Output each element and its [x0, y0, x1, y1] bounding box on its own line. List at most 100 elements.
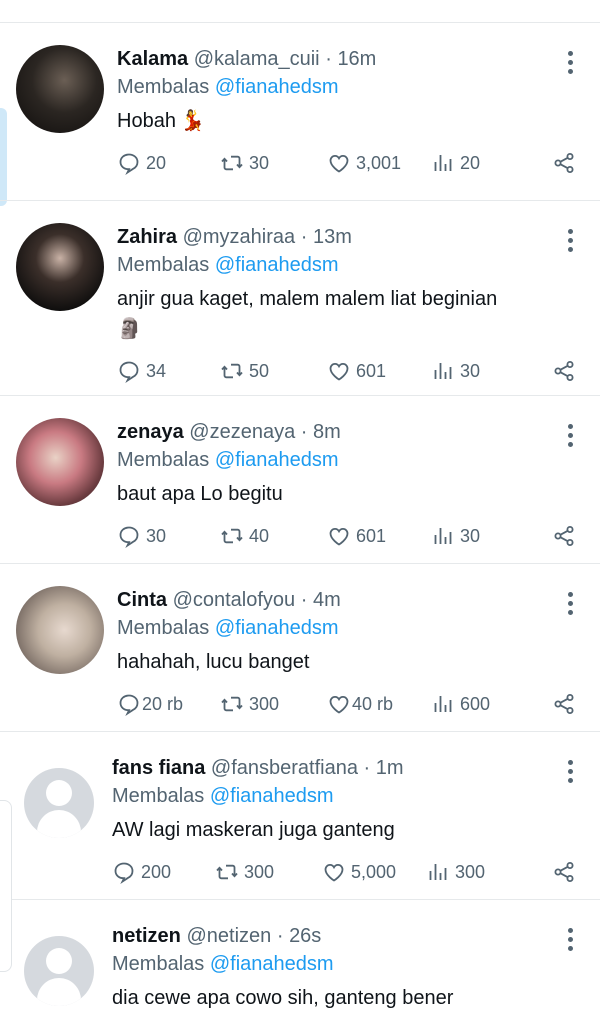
- reply-icon: [119, 153, 139, 175]
- default-avatar[interactable]: [24, 936, 94, 1006]
- author-name[interactable]: Kalama: [117, 48, 188, 70]
- reply-mention-link[interactable]: @fianahedsm: [215, 254, 339, 276]
- reply-tweet[interactable]: zenaya @zezenaya · 8m Membalas @fianahed…: [0, 396, 600, 564]
- moai-emoji: 🗿: [117, 318, 142, 340]
- more-options-button[interactable]: [566, 760, 574, 783]
- reply-count: 30: [146, 525, 167, 546]
- views-count: 300: [455, 861, 486, 882]
- more-options-button[interactable]: [566, 424, 574, 447]
- views-button[interactable]: 30: [431, 524, 533, 548]
- avatar[interactable]: [16, 586, 104, 674]
- views-button[interactable]: 20: [431, 151, 533, 175]
- heart-icon: [329, 154, 349, 173]
- like-count: 601: [356, 525, 387, 546]
- author-name[interactable]: netizen: [112, 925, 181, 947]
- author-handle[interactable]: @contalofyou: [173, 589, 296, 611]
- reply-count: 20: [146, 152, 167, 173]
- author-name[interactable]: fans fiana: [112, 757, 205, 779]
- reply-context: Membalas @fianahedsm: [112, 782, 576, 810]
- reply-icon: [119, 526, 139, 548]
- reply-tweet[interactable]: netizen @netizen · 26s Membalas @fianahe…: [0, 900, 600, 1030]
- share-icon: [554, 526, 574, 546]
- more-options-button[interactable]: [566, 51, 574, 74]
- like-button[interactable]: 40 rb: [327, 692, 431, 716]
- author-handle[interactable]: @fansberatfiana: [211, 757, 358, 779]
- bar-chart-icon: [434, 363, 452, 379]
- bar-chart-icon: [434, 528, 452, 544]
- more-options-button[interactable]: [566, 928, 574, 951]
- like-count: 601: [356, 360, 387, 381]
- heart-icon: [324, 863, 344, 882]
- share-button[interactable]: [552, 860, 576, 884]
- share-icon: [554, 862, 574, 882]
- author-name[interactable]: Cinta: [117, 589, 167, 611]
- share-button[interactable]: [552, 524, 576, 548]
- separator-dot: ·: [363, 757, 371, 779]
- avatar[interactable]: [16, 418, 104, 506]
- reply-context: Membalas @fianahedsm: [117, 73, 576, 101]
- timestamp[interactable]: 13m: [313, 226, 352, 248]
- heart-icon: [329, 695, 349, 714]
- like-button[interactable]: 3,001: [327, 151, 431, 175]
- separator-dot: ·: [325, 48, 332, 70]
- like-button[interactable]: 601: [327, 524, 431, 548]
- reply-mention-link[interactable]: @fianahedsm: [210, 953, 334, 975]
- timestamp[interactable]: 16m: [337, 48, 376, 70]
- reply-prefix: Membalas: [117, 76, 210, 98]
- reply-tweet[interactable]: Cinta @contalofyou · 4m Membalas @fianah…: [0, 564, 600, 732]
- timestamp[interactable]: 1m: [376, 757, 404, 779]
- views-count: 600: [460, 693, 491, 714]
- more-options-button[interactable]: [566, 229, 574, 252]
- reply-tweet[interactable]: Zahira @myzahiraa · 13m Membalas @fianah…: [0, 201, 600, 396]
- reply-mention-link[interactable]: @fianahedsm: [210, 785, 334, 807]
- reply-count: 200: [141, 861, 172, 882]
- author-handle[interactable]: @netizen: [186, 925, 271, 947]
- timestamp[interactable]: 8m: [313, 421, 341, 443]
- author-handle[interactable]: @kalama_cuii: [194, 48, 320, 70]
- reply-context: Membalas @fianahedsm: [117, 614, 576, 642]
- share-button[interactable]: [552, 359, 576, 383]
- views-button[interactable]: 600: [431, 692, 533, 716]
- tweet-text: anjir gua kaget, malem malem liat begini…: [117, 284, 576, 344]
- like-button[interactable]: 601: [327, 359, 431, 383]
- author-handle[interactable]: @myzahiraa: [183, 226, 296, 248]
- share-button[interactable]: [552, 692, 576, 716]
- timestamp[interactable]: 26s: [289, 925, 321, 947]
- edge-panel[interactable]: [0, 800, 12, 972]
- reply-tweet[interactable]: fans fiana @fansberatfiana · 1m Membalas…: [0, 732, 600, 900]
- author-name[interactable]: Zahira: [117, 226, 177, 248]
- reply-mention-link[interactable]: @fianahedsm: [215, 617, 339, 639]
- retweet-button[interactable]: 300: [220, 692, 327, 716]
- retweet-button[interactable]: 50: [220, 359, 327, 383]
- retweet-button[interactable]: 30: [220, 151, 327, 175]
- avatar[interactable]: [16, 45, 104, 133]
- share-button[interactable]: [552, 151, 576, 175]
- author-name[interactable]: zenaya: [117, 421, 184, 443]
- retweet-icon: [216, 864, 238, 880]
- reply-button[interactable]: 34: [117, 359, 220, 383]
- timestamp[interactable]: 4m: [313, 589, 341, 611]
- like-count: 40 rb: [352, 693, 394, 714]
- author-handle[interactable]: @zezenaya: [189, 421, 295, 443]
- reply-button[interactable]: 200: [112, 860, 215, 884]
- views-button[interactable]: 300: [426, 860, 528, 884]
- more-options-button[interactable]: [566, 592, 574, 615]
- like-button[interactable]: 5,000: [322, 860, 426, 884]
- separator-dot: ·: [300, 226, 308, 248]
- views-count: 30: [460, 525, 481, 546]
- default-avatar[interactable]: [24, 768, 94, 838]
- reply-mention-link[interactable]: @fianahedsm: [215, 76, 339, 98]
- reply-tweet[interactable]: Kalama @kalama_cuii · 16m Membalas @fian…: [0, 23, 600, 201]
- reply-button[interactable]: 20 rb: [117, 692, 220, 716]
- retweet-button[interactable]: 40: [220, 524, 327, 548]
- like-count: 5,000: [351, 861, 397, 882]
- reply-button[interactable]: 20: [117, 151, 220, 175]
- reply-mention-link[interactable]: @fianahedsm: [215, 449, 339, 471]
- reply-count: 34: [146, 360, 167, 381]
- reply-prefix: Membalas: [117, 617, 210, 639]
- bar-chart-icon: [434, 155, 452, 171]
- avatar[interactable]: [16, 223, 104, 311]
- reply-button[interactable]: 30: [117, 524, 220, 548]
- views-button[interactable]: 30: [431, 359, 533, 383]
- retweet-button[interactable]: 300: [215, 860, 322, 884]
